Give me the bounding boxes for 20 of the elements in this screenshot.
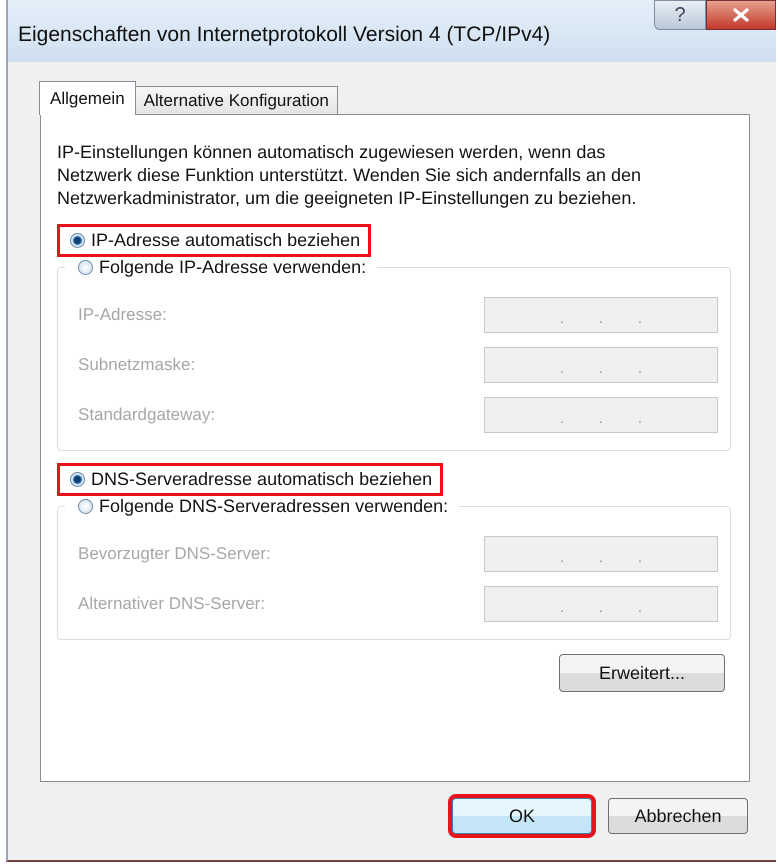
field-label: Bevorzugter DNS-Server: [78,544,271,564]
tab[interactable]: Alternative Konfiguration [134,86,338,114]
window-title: Eigenschaften von Internetprotokoll Version 4 (TCP/IPv4) [18,23,550,47]
tab[interactable]: Allgemein [39,81,136,115]
radio-button[interactable] [70,233,85,248]
field-label: Standardgateway: [78,405,216,425]
help-button[interactable]: ? [654,0,706,30]
radio-option[interactable]: IP-Adresse automatisch beziehen [57,224,372,257]
description-text: IP-Einstellungen können automatisch zugewiesen werden, wenn das Netzwerk diese Funktion unterstützt. Wenden Sie sich andernfalls an den Netzwerkadministrator, um die geeigneten IP-Einstellungen zu beziehen. [57,141,642,210]
radio-button[interactable] [70,472,85,487]
radio-option[interactable]: DNS-Serveradresse automatisch beziehen [57,463,444,496]
advanced-button[interactable]: Erweitert... [559,654,725,692]
close-button[interactable] [706,0,776,30]
dialog-button[interactable]: Abbrechen [608,798,748,834]
radio-button[interactable] [78,260,93,275]
field-label: Subnetzmaske: [78,355,196,375]
field-label: IP-Adresse: [78,305,167,325]
radio-button[interactable] [78,499,93,514]
close-icon [732,8,750,22]
field-label: Alternativer DNS-Server: [78,594,266,614]
